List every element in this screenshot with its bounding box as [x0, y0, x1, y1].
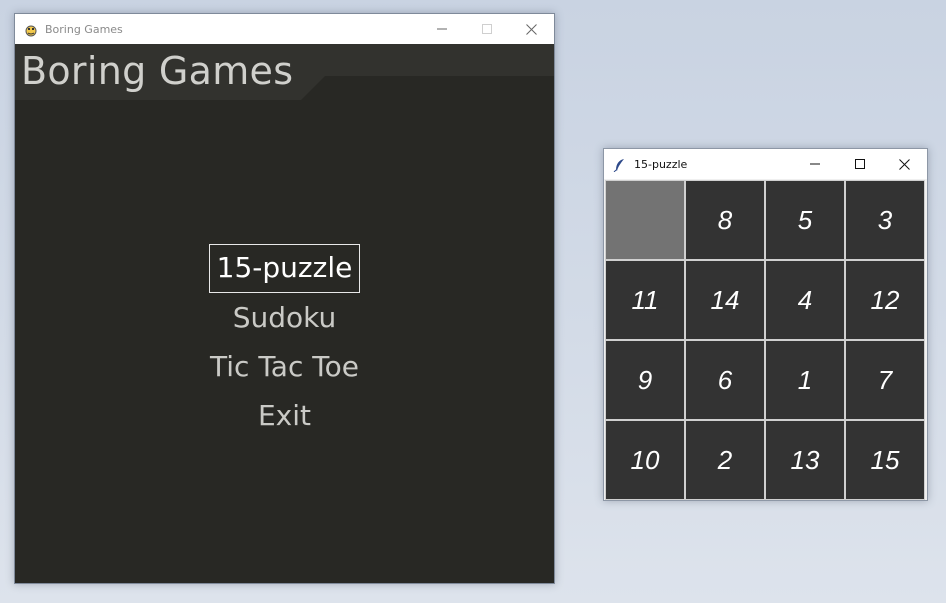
puzzle-tile[interactable]: 2 [685, 420, 765, 500]
puzzle-tile[interactable]: 3 [845, 180, 925, 260]
minimize-icon [809, 163, 820, 165]
maximize-icon [481, 24, 492, 34]
boring-games-window: Boring Games Boring Games 15-puzzle Sudo… [14, 13, 555, 584]
puzzle-tile[interactable]: 1 [765, 340, 845, 420]
main-menu: 15-puzzle Sudoku Tic Tac Toe Exit [15, 244, 554, 440]
close-icon [526, 23, 537, 35]
main-titlebar[interactable]: Boring Games [15, 14, 554, 44]
maximize-icon [854, 159, 865, 169]
window-title: Boring Games [45, 22, 123, 36]
menu-item-tic-tac-toe[interactable]: Tic Tac Toe [203, 342, 366, 391]
puzzle-minimize-button[interactable] [792, 149, 837, 179]
puzzle-window: 15-puzzle 8 5 3 11 14 4 12 9 6 1 7 10 2 … [603, 148, 928, 501]
puzzle-tile[interactable]: 11 [605, 260, 685, 340]
puzzle-tile[interactable]: 7 [845, 340, 925, 420]
feather-icon [613, 157, 627, 173]
pygame-icon [24, 22, 38, 37]
close-icon [899, 158, 910, 170]
puzzle-maximize-button[interactable] [837, 149, 882, 179]
menu-item-15-puzzle[interactable]: 15-puzzle [208, 244, 361, 293]
maximize-button[interactable] [464, 14, 509, 44]
puzzle-tile[interactable]: 13 [765, 420, 845, 500]
puzzle-tile[interactable]: 10 [605, 420, 685, 500]
puzzle-board: 8 5 3 11 14 4 12 9 6 1 7 10 2 13 15 [605, 180, 926, 500]
puzzle-tile[interactable]: 14 [685, 260, 765, 340]
puzzle-close-button[interactable] [882, 149, 927, 179]
puzzle-tile[interactable]: 8 [685, 180, 765, 260]
puzzle-tile[interactable]: 15 [845, 420, 925, 500]
menu-item-sudoku[interactable]: Sudoku [226, 293, 344, 342]
app-heading: Boring Games [21, 49, 294, 93]
close-button[interactable] [509, 14, 554, 44]
menu-item-exit[interactable]: Exit [251, 391, 318, 440]
puzzle-titlebar[interactable]: 15-puzzle [604, 149, 927, 179]
puzzle-tile[interactable]: 12 [845, 260, 925, 340]
puzzle-window-title: 15-puzzle [634, 157, 688, 171]
puzzle-tile[interactable]: 4 [765, 260, 845, 340]
empty-slot[interactable] [605, 180, 685, 260]
puzzle-tile[interactable]: 9 [605, 340, 685, 420]
minimize-icon [436, 28, 447, 30]
minimize-button[interactable] [419, 14, 464, 44]
puzzle-tile[interactable]: 6 [685, 340, 765, 420]
puzzle-tile[interactable]: 5 [765, 180, 845, 260]
